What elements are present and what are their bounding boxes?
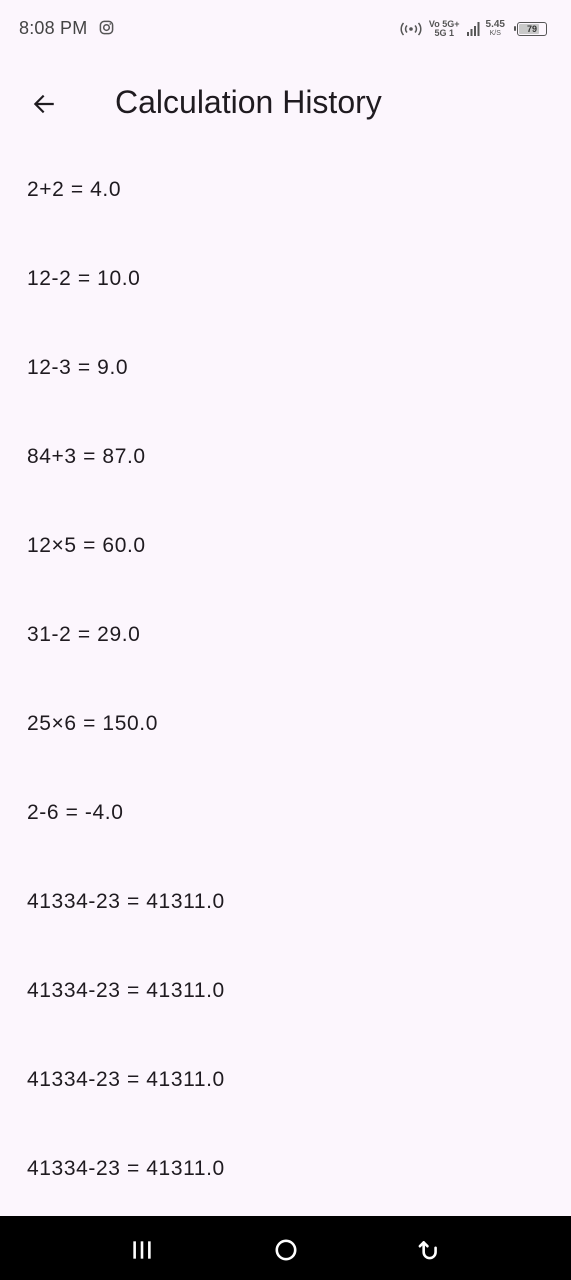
- status-bar: 8:08 PM Vo 5G+ 5G 1 5.45 K/S 79: [0, 0, 571, 58]
- history-item[interactable]: 31-2 = 29.0: [0, 590, 571, 679]
- status-time: 8:08 PM: [19, 18, 88, 38]
- system-nav-bar: [0, 1216, 571, 1280]
- screen: 8:08 PM Vo 5G+ 5G 1 5.45 K/S 79 Calculat…: [0, 0, 571, 1280]
- history-item[interactable]: 25×6 = 150.0: [0, 679, 571, 768]
- network-speed-unit: K/S: [489, 30, 501, 37]
- history-item[interactable]: 12×5 = 60.0: [0, 501, 571, 590]
- network-type-bottom: 5G 1: [434, 28, 454, 38]
- recent-apps-button[interactable]: [122, 1230, 162, 1270]
- home-button[interactable]: [266, 1230, 306, 1270]
- history-item[interactable]: 2-6 = -4.0: [0, 768, 571, 857]
- history-item[interactable]: 41334-23 = 41311.0: [0, 1035, 571, 1124]
- history-item[interactable]: 2+2 = 4.0: [0, 145, 571, 234]
- back-icon: [418, 1241, 437, 1260]
- history-list[interactable]: 2+2 = 4.0 12-2 = 10.0 12-3 = 9.0 84+3 = …: [0, 145, 571, 1215]
- arrow-left-icon: [33, 94, 54, 114]
- network-speed: 5.45 K/S: [486, 20, 505, 38]
- back-button[interactable]: [22, 82, 66, 126]
- history-item[interactable]: 12-2 = 10.0: [0, 234, 571, 323]
- battery-icon: 79: [514, 22, 547, 36]
- history-item[interactable]: 12-3 = 9.0: [0, 323, 571, 412]
- history-item[interactable]: 84+3 = 87.0: [0, 412, 571, 501]
- network-type: Vo 5G+ 5G 1: [429, 20, 460, 38]
- recent-apps-icon: [133, 1241, 151, 1259]
- hotspot-icon: [400, 22, 422, 36]
- status-indicators: Vo 5G+ 5G 1 5.45 K/S 79: [399, 16, 547, 42]
- history-item[interactable]: 41334-23 = 41311.0: [0, 857, 571, 946]
- signal-icon: [466, 22, 480, 36]
- history-item[interactable]: 41334-23 = 41311.0: [0, 1124, 571, 1213]
- history-item[interactable]: 41334-23 = 41311.0: [0, 946, 571, 1035]
- app-bar: Calculation History: [0, 58, 571, 146]
- network-speed-value: 5.45: [485, 19, 505, 30]
- page-title: Calculation History: [115, 84, 382, 120]
- battery-level: 79: [526, 24, 537, 34]
- instagram-icon: [99, 20, 114, 35]
- home-icon: [275, 1239, 297, 1261]
- back-nav-button[interactable]: [408, 1230, 448, 1270]
